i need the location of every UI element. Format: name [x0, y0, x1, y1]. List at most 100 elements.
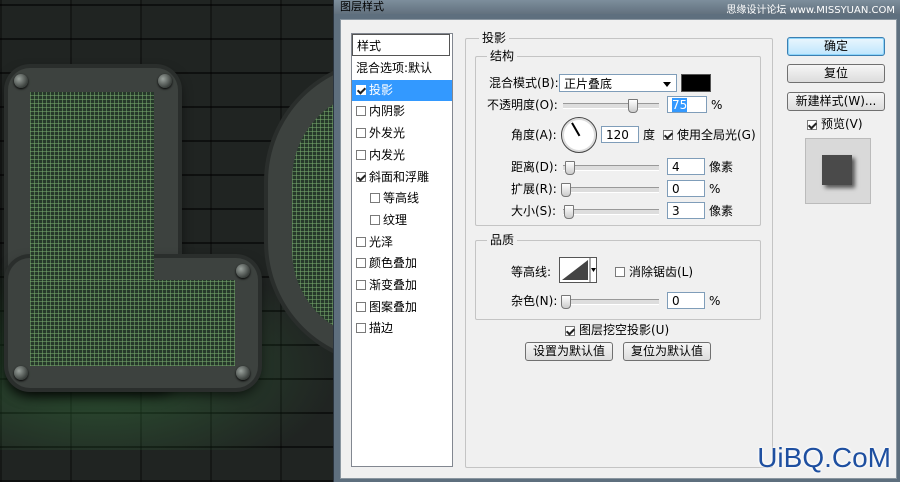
opacity-slider[interactable]	[563, 99, 659, 113]
spread-input[interactable]: 0	[667, 180, 705, 197]
style-item-checkbox[interactable]	[356, 171, 366, 182]
opacity-unit: %	[711, 98, 723, 112]
angle-input[interactable]: 120	[601, 126, 639, 143]
preview-checkbox[interactable]	[807, 120, 817, 130]
knockout-checkbox[interactable]	[565, 326, 575, 336]
style-item-checkbox[interactable]	[356, 128, 366, 139]
style-list-item[interactable]: 描边	[352, 318, 452, 339]
style-list-item[interactable]: 斜面和浮雕	[352, 167, 452, 188]
style-item-checkbox[interactable]	[370, 214, 380, 225]
ok-button[interactable]: 确定	[787, 37, 885, 56]
letter-l-mesh	[30, 92, 154, 292]
style-list-header[interactable]: 样式	[352, 34, 450, 56]
opacity-label: 不透明度(O):	[487, 98, 558, 112]
style-list: 样式 混合选项:默认投影内阴影外发光内发光斜面和浮雕等高线纹理光泽颜色叠加渐变叠…	[351, 33, 453, 467]
global-light-label: 使用全局光(G)	[677, 128, 756, 142]
style-item-label: 渐变叠加	[369, 278, 418, 292]
style-item-checkbox[interactable]	[356, 280, 366, 290]
noise-value: 0	[672, 294, 680, 308]
style-item-label: 图案叠加	[369, 299, 418, 314]
quality-title: 品质	[487, 233, 518, 247]
style-item-label: 外发光	[369, 126, 406, 141]
size-unit: 像素	[709, 204, 734, 218]
distance-unit: 像素	[709, 160, 734, 174]
style-list-item[interactable]: 颜色叠加	[352, 253, 452, 274]
spread-slider[interactable]	[561, 183, 659, 197]
contour-picker[interactable]	[559, 257, 597, 283]
style-preview-thumbnail	[805, 138, 871, 204]
style-item-label: 混合选项:默认	[356, 61, 433, 75]
noise-unit: %	[709, 294, 721, 308]
anti-alias-checkbox[interactable]	[615, 267, 625, 277]
size-slider[interactable]	[563, 205, 659, 219]
knockout-label: 图层挖空投影(U)	[579, 323, 670, 337]
preview-label: 预览(V)	[821, 117, 863, 131]
angle-value: 120	[606, 128, 629, 142]
preview-square	[822, 155, 852, 185]
distance-slider-thumb[interactable]	[565, 161, 575, 175]
shadow-color-swatch[interactable]	[681, 74, 711, 92]
new-style-button[interactable]: 新建样式(W)...	[787, 92, 885, 111]
rivet	[158, 74, 172, 88]
blend-mode-select[interactable]: 正片叠底	[559, 74, 677, 92]
style-item-label: 等高线	[383, 191, 420, 206]
size-input[interactable]: 3	[667, 202, 705, 219]
noise-input[interactable]: 0	[667, 292, 705, 309]
style-list-item[interactable]: 光泽	[352, 232, 452, 253]
style-item-checkbox[interactable]	[356, 149, 366, 160]
style-list-item[interactable]: 投影	[352, 79, 452, 101]
rivet	[14, 366, 28, 380]
style-item-checkbox[interactable]	[370, 193, 380, 204]
rivet	[236, 366, 250, 380]
site-brand-logo: UiBQ.CoM	[757, 442, 891, 473]
style-item-checkbox[interactable]	[356, 323, 366, 334]
style-item-label: 光泽	[369, 234, 394, 249]
style-list-item[interactable]: 外发光	[352, 123, 452, 144]
style-item-checkbox[interactable]	[356, 258, 366, 269]
blend-mode-value: 正片叠底	[564, 77, 613, 91]
distance-slider[interactable]	[563, 161, 659, 175]
noise-slider-thumb[interactable]	[561, 295, 571, 309]
style-item-checkbox[interactable]	[356, 301, 366, 312]
style-item-checkbox[interactable]	[356, 236, 366, 247]
style-list-item[interactable]: 渐变叠加	[352, 275, 452, 296]
style-list-item[interactable]: 等高线	[352, 188, 452, 209]
distance-label: 距离(D):	[511, 160, 558, 174]
spread-value: 0	[672, 182, 680, 196]
size-slider-thumb[interactable]	[564, 205, 574, 219]
style-list-item[interactable]: 混合选项:默认	[352, 58, 452, 79]
letter-l-mesh-base	[30, 280, 235, 366]
title-bar[interactable]: 图层样式 思缘设计论坛 www.MISSYUAN.COM	[334, 0, 900, 16]
anti-alias-label: 消除锯齿(L)	[629, 265, 694, 279]
style-list-item[interactable]: 纹理	[352, 210, 452, 231]
style-list-item[interactable]: 内发光	[352, 145, 452, 166]
style-item-checkbox[interactable]	[356, 84, 366, 95]
style-item-label: 描边	[369, 321, 394, 336]
chevron-down-icon	[663, 82, 671, 87]
angle-needle	[571, 122, 581, 137]
distance-value: 4	[672, 160, 680, 174]
global-light-checkbox[interactable]	[663, 130, 673, 140]
style-item-label: 内发光	[369, 147, 406, 162]
make-default-button[interactable]: 设置为默认值	[525, 342, 613, 361]
reset-default-button[interactable]: 复位为默认值	[623, 342, 711, 361]
style-item-checkbox[interactable]	[356, 106, 366, 117]
distance-input[interactable]: 4	[667, 158, 705, 175]
reset-button[interactable]: 复位	[787, 64, 885, 83]
size-label: 大小(S):	[511, 204, 557, 218]
drop-shadow-title: 投影	[479, 31, 510, 45]
dialog-title: 图层样式	[340, 0, 384, 13]
style-list-item[interactable]: 内阴影	[352, 101, 452, 122]
opacity-value: 75	[672, 98, 688, 112]
style-item-label: 颜色叠加	[369, 256, 418, 271]
angle-dial[interactable]	[561, 117, 597, 153]
style-item-label: 投影	[369, 82, 394, 97]
angle-unit: 度	[643, 128, 656, 142]
rivet	[236, 264, 250, 278]
noise-slider[interactable]	[561, 295, 659, 309]
opacity-input[interactable]: 75	[667, 96, 707, 113]
spread-slider-thumb[interactable]	[561, 183, 571, 197]
opacity-slider-thumb[interactable]	[628, 99, 638, 113]
style-list-item[interactable]: 图案叠加	[352, 297, 452, 318]
rivet	[14, 74, 28, 88]
